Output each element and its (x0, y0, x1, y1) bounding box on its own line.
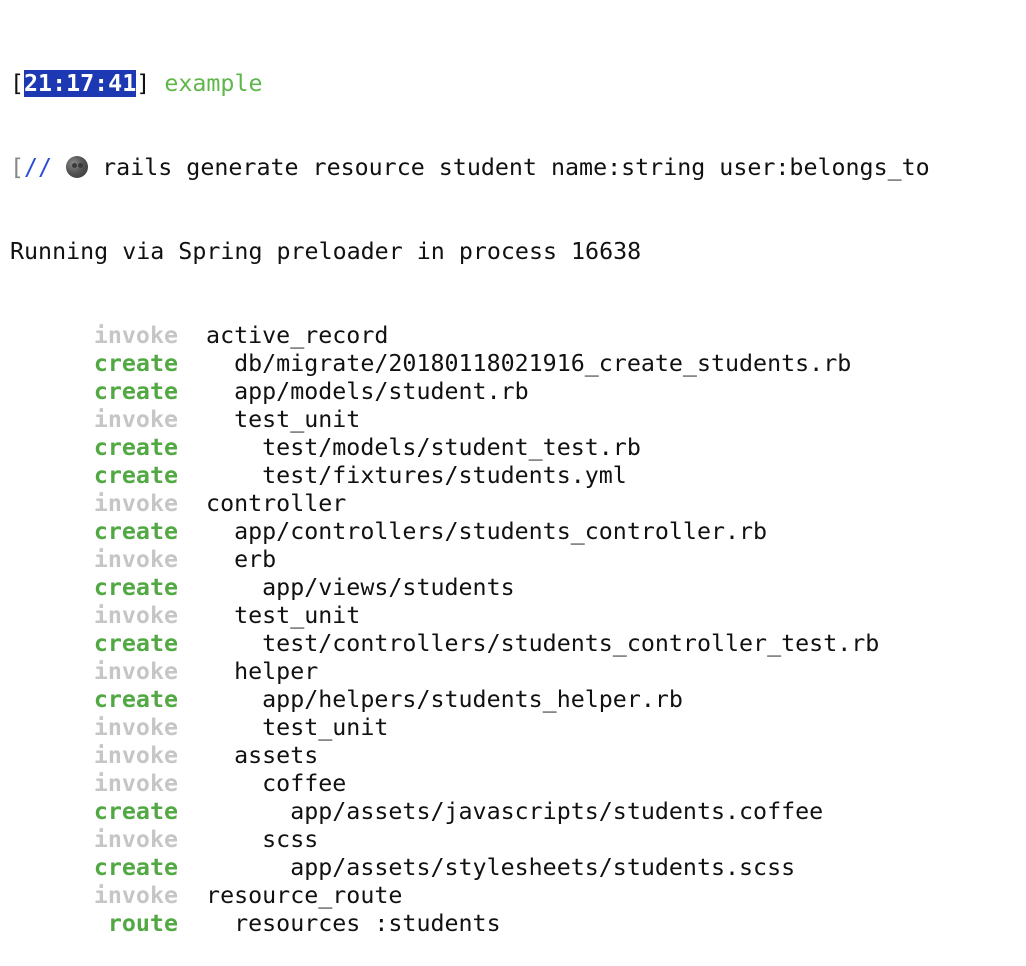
spring-message: Running via Spring preloader in process … (10, 238, 642, 265)
action-invoke: invoke (93, 602, 178, 629)
output-path: test/controllers/students_controller_tes… (178, 630, 880, 657)
action-invoke: invoke (93, 322, 178, 349)
output-path: helper (178, 658, 319, 685)
moon-emoji-icon (66, 156, 89, 178)
output-path: test_unit (178, 602, 361, 629)
output-line: create test/models/student_test.rb (10, 434, 1020, 462)
action-invoke: invoke (93, 826, 178, 853)
output-line: create app/assets/javascripts/students.c… (10, 798, 1020, 826)
output-line: create app/helpers/students_helper.rb (10, 686, 1020, 714)
output-line: create app/assets/stylesheets/students.s… (10, 854, 1020, 882)
output-path: app/views/students (178, 574, 515, 601)
prompt-close-bracket: ] (136, 70, 151, 97)
command-prefix-bracket: [ (10, 154, 25, 181)
output-line: invoke scss (10, 826, 1020, 854)
action-invoke: invoke (93, 546, 178, 573)
output-line: invoke resource_route (10, 882, 1020, 910)
output-line: invoke controller (10, 490, 1020, 518)
command-slashes: // (24, 154, 53, 181)
output-path: assets (178, 742, 319, 769)
output-line: route resources :students (10, 910, 1020, 938)
output-line: create db/migrate/20180118021916_create_… (10, 350, 1020, 378)
action-create: create (93, 350, 178, 377)
action-invoke: invoke (93, 658, 178, 685)
prompt-line: [21:17:41] example (10, 70, 1020, 98)
output-line: create test/controllers/students_control… (10, 630, 1020, 658)
output-path: test/models/student_test.rb (178, 434, 641, 461)
action-route: route (107, 910, 178, 937)
prompt-open-bracket: [ (10, 70, 25, 97)
action-create: create (93, 378, 178, 405)
terminal-output[interactable]: [21:17:41] example [// rails generate re… (10, 14, 1020, 966)
output-line: invoke helper (10, 658, 1020, 686)
output-line: invoke active_record (10, 322, 1020, 350)
output-path: resources :students (178, 910, 501, 937)
output-path: resource_route (178, 882, 403, 909)
action-invoke: invoke (93, 490, 178, 517)
action-create: create (93, 630, 178, 657)
action-create: create (93, 574, 178, 601)
output-line: invoke assets (10, 742, 1020, 770)
output-path: app/models/student.rb (178, 378, 529, 405)
output-line: invoke test_unit (10, 714, 1020, 742)
output-path: app/assets/javascripts/students.coffee (178, 798, 824, 825)
output-line: invoke test_unit (10, 406, 1020, 434)
output-path: erb (178, 546, 277, 573)
output-line: invoke test_unit (10, 602, 1020, 630)
action-create: create (93, 798, 178, 825)
output-path: active_record (178, 322, 389, 349)
output-path: controller (178, 490, 347, 517)
action-create: create (93, 518, 178, 545)
output-line: create test/fixtures/students.yml (10, 462, 1020, 490)
prompt-timestamp: 21:17:41 (24, 70, 137, 97)
output-path: app/helpers/students_helper.rb (178, 686, 683, 713)
action-create: create (93, 686, 178, 713)
action-create: create (93, 434, 178, 461)
action-create: create (93, 854, 178, 881)
action-invoke: invoke (93, 742, 178, 769)
output-line: invoke erb (10, 546, 1020, 574)
output-path: test_unit (178, 406, 361, 433)
output-path: db/migrate/20180118021916_create_student… (178, 350, 852, 377)
output-line: create app/controllers/students_controll… (10, 518, 1020, 546)
output-path: app/assets/stylesheets/students.scss (178, 854, 796, 881)
output-line: create app/views/students (10, 574, 1020, 602)
action-invoke: invoke (93, 714, 178, 741)
output-path: test/fixtures/students.yml (178, 462, 627, 489)
action-invoke: invoke (93, 770, 178, 797)
output-line: invoke coffee (10, 770, 1020, 798)
command-text: rails generate resource student name:str… (102, 154, 930, 181)
action-create: create (93, 462, 178, 489)
action-invoke: invoke (93, 406, 178, 433)
action-invoke: invoke (93, 882, 178, 909)
output-line: create app/models/student.rb (10, 378, 1020, 406)
output-path: test_unit (178, 714, 389, 741)
output-path: coffee (178, 770, 347, 797)
generator-output: invoke active_record create db/migrate/20… (10, 322, 1020, 938)
output-path: scss (178, 826, 319, 853)
output-path: app/controllers/students_controller.rb (178, 518, 768, 545)
command-line: [// rails generate resource student name… (10, 154, 1020, 182)
git-branch-name: example (164, 70, 263, 97)
